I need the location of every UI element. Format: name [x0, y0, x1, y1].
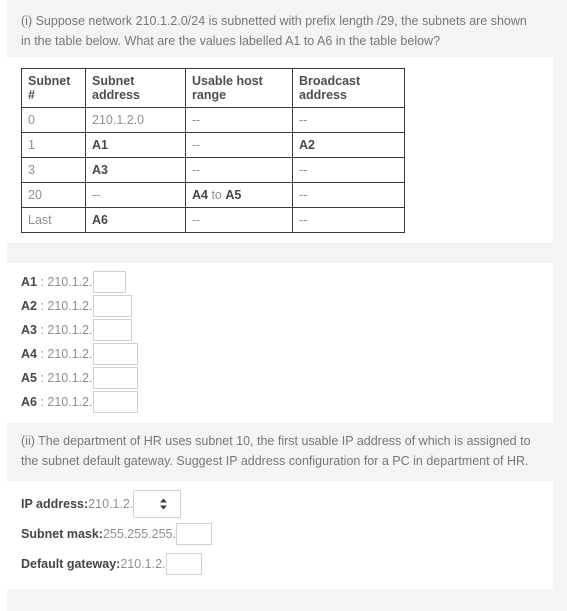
answer-prefix-a3: 210.1.2.	[47, 323, 93, 337]
answer-row-a3: A3 : 210.1.2.	[21, 318, 553, 342]
content-stack: (i) Suppose network 210.1.2.0/24 is subn…	[7, 0, 553, 589]
ip-configuration-panel: IP address: 210.1.2. Subnet mask: 255.255.…	[7, 481, 553, 589]
answers-panel: A1 : 210.1.2. A2 : 210.1.2. A3 : 210.1.2…	[7, 263, 553, 423]
cell-usable-host-range: --	[185, 132, 293, 158]
range-start: --	[192, 163, 201, 177]
range-start: A4	[192, 188, 208, 202]
cell-subnet-number: Last	[21, 207, 86, 233]
answer-label-a6: A6	[21, 395, 37, 409]
ip-address-select-wrapper	[133, 490, 182, 518]
table-header-row: Subnet # Subnet address Usable host rang…	[21, 68, 405, 108]
default-gateway-label: Default gateway:	[21, 557, 121, 571]
cell-subnet-number: 1	[21, 132, 86, 158]
answer-prefix-a1: 210.1.2.	[47, 275, 93, 289]
cell-subnet-address: A6	[85, 207, 186, 233]
panel-gap	[7, 243, 553, 263]
cell-usable-host-range: A4 to A5	[185, 182, 293, 208]
range-start: --	[192, 213, 201, 227]
answer-label-a3: A3	[21, 323, 37, 337]
answer-input-a6[interactable]	[92, 391, 138, 413]
answer-input-a3[interactable]	[92, 319, 132, 341]
cell-broadcast-address: A2	[292, 132, 405, 158]
default-gateway-prefix: 210.1.2.	[120, 557, 166, 571]
range-start: --	[192, 138, 201, 152]
answer-input-a4[interactable]	[92, 343, 138, 365]
ip-address-label: IP address:	[21, 497, 89, 511]
subnet-table: Subnet # Subnet address Usable host rang…	[21, 68, 405, 233]
answer-row-a6: A6 : 210.1.2.	[21, 390, 553, 414]
config-row-ip-address: IP address: 210.1.2.	[21, 489, 553, 519]
header-usable-host-range: Usable host range	[185, 68, 293, 108]
subnet-mask-prefix: 255.255.255.	[102, 527, 176, 541]
cell-usable-host-range: --	[185, 157, 293, 183]
answer-separator: :	[36, 371, 48, 385]
answer-label-a5: A5	[21, 371, 37, 385]
range-start: --	[192, 113, 201, 127]
answer-input-a5[interactable]	[92, 367, 138, 389]
answer-label-a1: A1	[21, 275, 37, 289]
cell-broadcast-address: --	[292, 157, 405, 183]
cell-subnet-address: A1	[85, 132, 186, 158]
table-row: Last A6 -- --	[21, 207, 405, 233]
range-conjunction: to	[207, 188, 226, 202]
cell-broadcast-address: --	[292, 182, 405, 208]
answer-separator: :	[36, 275, 48, 289]
table-row: 0 210.1.2.0 -- --	[21, 107, 405, 133]
question-two-text: (ii) The department of HR uses subnet 10…	[21, 434, 531, 468]
answer-row-a2: A2 : 210.1.2.	[21, 294, 553, 318]
cell-broadcast-address: --	[292, 107, 405, 133]
subnet-table-head: Subnet # Subnet address Usable host rang…	[21, 68, 405, 108]
answer-separator: :	[36, 347, 48, 361]
cell-subnet-number: 20	[21, 182, 86, 208]
cell-usable-host-range: --	[185, 207, 293, 233]
table-row: 20 -- A4 to A5 --	[21, 182, 405, 208]
answer-prefix-a6: 210.1.2.	[47, 395, 93, 409]
header-subnet-number: Subnet #	[21, 68, 86, 108]
range-end: A5	[225, 188, 242, 202]
subnet-mask-input[interactable]	[175, 523, 212, 545]
answer-separator: :	[36, 299, 48, 313]
subnet-mask-label: Subnet mask:	[21, 527, 103, 541]
answer-separator: :	[36, 323, 48, 337]
header-subnet-address: Subnet address	[85, 68, 186, 108]
answer-prefix-a2: 210.1.2.	[47, 299, 93, 313]
answer-input-a2[interactable]	[92, 295, 132, 317]
cell-usable-host-range: --	[185, 107, 293, 133]
answer-label-a2: A2	[21, 299, 37, 313]
ip-address-prefix: 210.1.2.	[88, 497, 134, 511]
config-row-default-gateway: Default gateway: 210.1.2.	[21, 549, 553, 579]
ip-address-select[interactable]	[133, 490, 182, 518]
cell-broadcast-address: --	[292, 207, 405, 233]
answer-prefix-a4: 210.1.2.	[47, 347, 93, 361]
question-one-text: (i) Suppose network 210.1.2.0/24 is subn…	[21, 14, 527, 48]
config-row-subnet-mask: Subnet mask: 255.255.255.	[21, 519, 553, 549]
answer-row-a4: A4 : 210.1.2.	[21, 342, 553, 366]
answer-separator: :	[36, 395, 48, 409]
answer-label-a4: A4	[21, 347, 37, 361]
answer-prefix-a5: 210.1.2.	[47, 371, 93, 385]
default-gateway-input[interactable]	[165, 553, 202, 575]
table-row: 3 A3 -- --	[21, 157, 405, 183]
cell-subnet-address: 210.1.2.0	[85, 107, 186, 133]
answer-input-a1[interactable]	[92, 271, 126, 293]
table-row: 1 A1 -- A2	[21, 132, 405, 158]
cell-subnet-address: A3	[85, 157, 186, 183]
answer-row-a1: A1 : 210.1.2.	[21, 270, 553, 294]
cell-subnet-address: --	[85, 182, 186, 208]
subnet-table-panel: Subnet # Subnet address Usable host rang…	[7, 57, 553, 243]
answer-row-a5: A5 : 210.1.2.	[21, 366, 553, 390]
question-page: (i) Suppose network 210.1.2.0/24 is subn…	[0, 0, 567, 611]
cell-subnet-number: 3	[21, 157, 86, 183]
subnet-table-body: 0 210.1.2.0 -- -- 1 A1 -- A2 3 A3 -- -- …	[21, 107, 405, 233]
header-broadcast-address: Broadcast address	[292, 68, 405, 108]
cell-subnet-number: 0	[21, 107, 86, 133]
